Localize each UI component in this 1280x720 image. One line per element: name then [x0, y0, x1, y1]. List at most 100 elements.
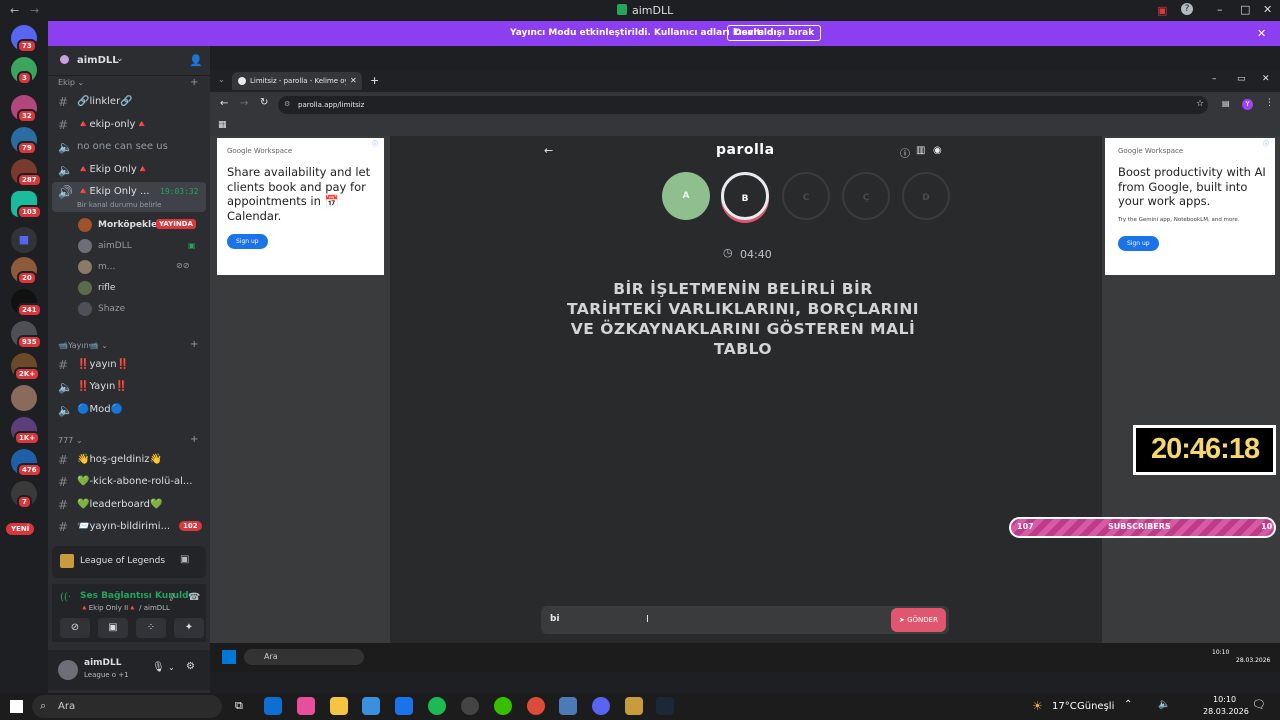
- channel-ekip-only[interactable]: # 🔺ekip-only🔺: [48, 115, 210, 135]
- forward-icon[interactable]: →: [240, 98, 248, 109]
- connection-title[interactable]: Ses Bağlantısı Kuruldu: [80, 591, 195, 601]
- back-icon[interactable]: ←: [220, 98, 228, 109]
- start-icon[interactable]: [10, 700, 23, 713]
- channel-mod[interactable]: 🔈 🔵Mod🔵: [48, 400, 210, 420]
- file-explorer-icon[interactable]: [330, 697, 348, 715]
- site-info-icon[interactable]: ⚙: [284, 100, 290, 108]
- server-header[interactable]: aimDLL ⌄ 👤: [48, 46, 210, 76]
- voice-user[interactable]: Morköpekler YAYINDA: [76, 216, 206, 236]
- chrome-icon[interactable]: [527, 697, 545, 715]
- profile-avatar[interactable]: Y: [1242, 99, 1253, 110]
- outlook-icon[interactable]: [395, 697, 413, 715]
- menu-icon[interactable]: ⋮: [1265, 98, 1274, 108]
- channel-leaderboard[interactable]: # 💚leaderboard💚: [48, 495, 210, 515]
- forward-arrow-icon[interactable]: →: [30, 4, 39, 17]
- league-icon[interactable]: [625, 697, 643, 715]
- info-icon[interactable]: ⓘ: [900, 145, 910, 160]
- bookmark-star-icon[interactable]: ☆: [1196, 99, 1204, 109]
- apps-grid-icon[interactable]: ▦: [218, 120, 227, 130]
- category-yayin[interactable]: 📹Yayın📹 ⌄: [58, 341, 108, 350]
- server-icon[interactable]: [11, 385, 37, 411]
- ad-signup-button[interactable]: Sign up: [1118, 236, 1159, 251]
- browser-restore-icon[interactable]: ▭: [1237, 74, 1246, 84]
- browser-tab[interactable]: Limitsiz - parolla - Kelime oyun ✕: [232, 72, 362, 90]
- microphone-icon[interactable]: 🎙: [152, 662, 165, 673]
- channel-yayin[interactable]: # ‼️yayın‼️: [48, 355, 210, 375]
- ad-info-icon[interactable]: ⓘ: [1263, 139, 1269, 148]
- tray-chevron-icon[interactable]: ⌃: [1124, 699, 1132, 710]
- reload-icon[interactable]: ↻: [260, 97, 268, 108]
- inbox-icon[interactable]: ▣: [1157, 4, 1167, 17]
- channel-ekip-only-active[interactable]: 🔊 🔺Ekip Only ... 19:03:32 Bir kanal duru…: [52, 182, 206, 212]
- channel-status[interactable]: Bir kanal durumu belirle: [77, 201, 161, 209]
- answer-input[interactable]: bi I ➤ GÖNDER: [541, 606, 949, 634]
- category-777[interactable]: 777 ⌄: [58, 436, 83, 445]
- discord-icon[interactable]: [592, 697, 610, 715]
- clock-date[interactable]: 28.03.2026: [1203, 707, 1249, 716]
- edge-icon[interactable]: [264, 697, 282, 715]
- taskbar-search[interactable]: ⌕ Ara: [32, 695, 222, 718]
- app-icon[interactable]: [559, 697, 577, 715]
- add-channel-icon[interactable]: +: [190, 77, 198, 88]
- folder-icon[interactable]: ■: [11, 227, 37, 253]
- add-channel-icon[interactable]: +: [190, 434, 198, 445]
- app-icon[interactable]: [494, 697, 512, 715]
- ad-signup-button[interactable]: Sign up: [227, 234, 268, 249]
- activities-button[interactable]: ⁘: [136, 618, 166, 638]
- ad-right[interactable]: Google Workspace ⓘ Boost productivity wi…: [1105, 138, 1275, 275]
- browser-close-icon[interactable]: ✕: [1262, 74, 1270, 84]
- task-view-icon[interactable]: ⧉: [235, 699, 243, 713]
- steam-icon[interactable]: [656, 697, 674, 715]
- browser-minimize-icon[interactable]: –: [1212, 74, 1217, 84]
- back-arrow-icon[interactable]: ←: [10, 4, 19, 17]
- camera-off-button[interactable]: ⊘: [60, 618, 90, 638]
- tab-search-icon[interactable]: ⌄: [218, 75, 225, 84]
- channel-yayin-voice[interactable]: 🔈 ‼️Yayın‼️: [48, 377, 210, 397]
- extensions-icon[interactable]: ▤: [1222, 99, 1230, 108]
- minimize-icon[interactable]: –: [1217, 3, 1223, 16]
- account-icon[interactable]: ◉: [933, 145, 942, 156]
- submit-button[interactable]: ➤ GÖNDER: [891, 608, 946, 632]
- add-channel-icon[interactable]: +: [190, 339, 198, 350]
- activity-panel[interactable]: League of Legends ▣: [52, 546, 206, 578]
- volume-icon[interactable]: 🔈: [1158, 699, 1170, 710]
- category-ekip[interactable]: Ekip ⌄: [58, 78, 84, 87]
- banner-close-icon[interactable]: ✕: [1257, 27, 1266, 40]
- screen-share-button[interactable]: ▣: [98, 618, 128, 638]
- ad-left[interactable]: Google Workspace ⓘ Share availability an…: [217, 138, 384, 275]
- voice-user[interactable]: aimDLL ▣: [76, 237, 206, 257]
- chevron-down-icon[interactable]: ⌄: [168, 663, 175, 672]
- channel-linkler[interactable]: # 🔗linkler🔗: [48, 92, 210, 112]
- avatar[interactable]: [58, 660, 78, 680]
- notification-icon[interactable]: 🗨: [1252, 698, 1266, 711]
- address-bar[interactable]: ⚙ parolla.app/limitsiz ☆: [278, 96, 1208, 114]
- noise-suppression-icon[interactable]: ⫽: [170, 593, 174, 604]
- settings-icon[interactable]: ⚙: [186, 661, 195, 672]
- channel-ekip-only-voice[interactable]: 🔈 🔺Ekip Only🔺: [48, 160, 210, 180]
- weather-label[interactable]: Güneşli: [1077, 701, 1114, 712]
- game-back-icon[interactable]: ←: [544, 144, 553, 157]
- voice-user[interactable]: m... ⊘⊘: [76, 258, 206, 278]
- clock-time[interactable]: 10:10: [1213, 695, 1236, 704]
- channel-yayin-bildirimi[interactable]: # 📨yayın-bildirimi... 102: [48, 517, 210, 537]
- store-icon[interactable]: [362, 697, 380, 715]
- stats-icon[interactable]: ▥: [916, 145, 925, 156]
- voice-user[interactable]: Shaze: [76, 300, 206, 320]
- channel-kick-abone[interactable]: # 💚-kick-abone-rolü-al...: [48, 472, 210, 492]
- channel-hos-geldiniz[interactable]: # 👋hoş-geldiniz👋: [48, 450, 210, 470]
- ad-info-icon[interactable]: ⓘ: [372, 139, 378, 148]
- obs-icon[interactable]: [461, 697, 479, 715]
- disable-streamer-mode-button[interactable]: Devre dışı bırak: [727, 25, 822, 41]
- stream-game-icon[interactable]: ▣: [180, 554, 189, 565]
- tab-close-icon[interactable]: ✕: [350, 76, 357, 85]
- disconnect-icon[interactable]: ☎: [188, 592, 200, 603]
- soundboard-button[interactable]: ✦: [174, 618, 204, 638]
- spotify-icon[interactable]: [428, 697, 446, 715]
- new-tab-icon[interactable]: +: [370, 74, 379, 87]
- maximize-icon[interactable]: □: [1240, 3, 1250, 16]
- channel-no-one-can-see-us[interactable]: 🔈 no one can see us: [48, 137, 210, 157]
- copilot-icon[interactable]: [297, 697, 315, 715]
- add-member-icon[interactable]: 👤: [189, 54, 203, 67]
- voice-user[interactable]: rifle: [76, 279, 206, 299]
- help-icon[interactable]: ?: [1181, 3, 1193, 15]
